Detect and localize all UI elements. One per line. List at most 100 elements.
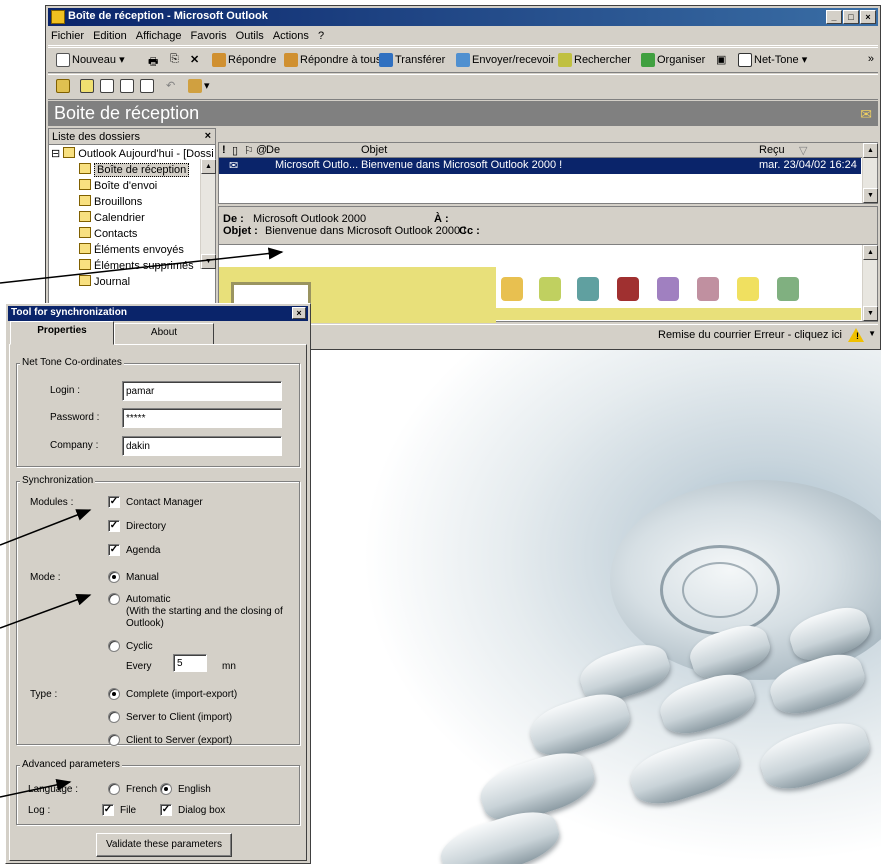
agenda-checkbox[interactable]: ✓ xyxy=(108,544,120,556)
organize-button[interactable]: Organiser xyxy=(641,53,705,67)
advanced-group-label: Advanced parameters xyxy=(20,759,122,770)
folder-outbox[interactable]: Boîte d'envoi xyxy=(79,179,157,192)
language-english-radio[interactable] xyxy=(160,783,172,795)
mode-manual-radio[interactable] xyxy=(108,571,120,583)
preview-pane: De : Microsoft Outlook 2000 À : Objet : … xyxy=(218,206,878,332)
contact-manager-checkbox[interactable]: ✓ xyxy=(108,496,120,508)
warning-mark: ! xyxy=(856,331,859,341)
folder-journal[interactable]: Journal xyxy=(79,275,130,288)
deleted-items-icon[interactable] xyxy=(777,277,799,301)
scroll-up-button[interactable]: ▲ xyxy=(201,159,216,174)
scroll-down-button[interactable]: ▼ xyxy=(201,254,216,269)
status-dropdown-icon[interactable]: ▼ xyxy=(868,329,876,338)
move-icon[interactable]: ⎘ xyxy=(170,53,179,66)
toolbar-overflow-icon[interactable]: » xyxy=(868,53,874,65)
company-input[interactable] xyxy=(122,436,282,456)
tasks-icon[interactable] xyxy=(657,277,679,301)
menu-help[interactable]: ? xyxy=(315,27,327,42)
preview-pane-icon[interactable] xyxy=(120,79,136,93)
folder-list-scrollbar[interactable]: ▲ ▼ xyxy=(200,159,216,269)
outlook-titlebar: Boîte de réception - Microsoft Outlook _… xyxy=(48,8,878,26)
folder-inbox[interactable]: Boîte de réception xyxy=(79,163,190,177)
outlook-today-icon[interactable] xyxy=(56,79,72,93)
menu-favoris[interactable]: Favoris xyxy=(188,27,230,42)
reply-all-button[interactable]: Répondre à tous xyxy=(284,53,381,67)
preview-subject-value: Bienvenue dans Microsoft Outlook 2000 ! xyxy=(265,225,467,237)
sent-icon xyxy=(79,243,91,254)
nettone-button[interactable]: Net-Tone ▾ xyxy=(738,53,807,68)
close-button[interactable]: × xyxy=(860,10,876,24)
message-row[interactable]: ✉ Microsoft Outlo... Bienvenue dans Micr… xyxy=(219,158,861,174)
menu-actions[interactable]: Actions xyxy=(270,27,312,42)
rules-icon[interactable]: ▾ xyxy=(188,79,210,94)
folder-contacts[interactable]: Contacts xyxy=(79,227,137,240)
folder-deleted[interactable]: Éléments supprimés xyxy=(79,259,194,272)
flag-column-icon[interactable]: ⚐ xyxy=(244,144,254,157)
every-input[interactable] xyxy=(173,654,207,672)
sync-dialog-close-button[interactable]: × xyxy=(292,307,306,319)
language-french-radio[interactable] xyxy=(108,783,120,795)
notes-icon[interactable] xyxy=(737,277,759,301)
log-dialog-checkbox[interactable]: ✓ xyxy=(160,804,172,816)
folder-sent[interactable]: Éléments envoyés xyxy=(79,243,184,256)
folder-calendar[interactable]: Calendrier xyxy=(79,211,145,224)
reply-button[interactable]: Répondre xyxy=(212,53,276,67)
calendar-icon[interactable] xyxy=(577,277,599,301)
inbox-icon xyxy=(79,163,91,174)
send-receive-button[interactable]: Envoyer/recevoir xyxy=(456,53,555,67)
scroll-down-button[interactable]: ▼ xyxy=(863,188,878,203)
scroll-up-button[interactable]: ▲ xyxy=(863,245,878,260)
menu-outils[interactable]: Outils xyxy=(233,27,267,42)
importance-column-icon[interactable]: ! xyxy=(222,144,226,156)
outlook-today-icon[interactable] xyxy=(501,277,523,301)
type-column-icon[interactable]: ▯ xyxy=(232,144,238,157)
new-button[interactable]: Nouveau ▾ xyxy=(56,53,125,68)
calendar-icon xyxy=(79,211,91,222)
outlook-title: Boîte de réception - Microsoft Outlook xyxy=(68,10,268,22)
print-icon[interactable]: 🖶 xyxy=(148,53,158,72)
delete-icon[interactable]: ✕ xyxy=(190,53,199,66)
folder-list-close-button[interactable]: × xyxy=(205,130,211,142)
type-export-radio[interactable] xyxy=(108,734,120,746)
journal-icon[interactable] xyxy=(697,277,719,301)
scroll-up-button[interactable]: ▲ xyxy=(863,143,878,158)
up-folder-icon[interactable] xyxy=(80,79,96,93)
journal-icon xyxy=(79,275,91,286)
password-input[interactable] xyxy=(122,408,282,428)
minimize-button[interactable]: _ xyxy=(826,10,842,24)
folder-root[interactable]: ⊟ Outlook Aujourd'hui - [Dossi xyxy=(51,147,214,160)
tab-properties[interactable]: Properties xyxy=(10,321,114,345)
column-received[interactable]: Reçu xyxy=(759,144,785,156)
login-input[interactable] xyxy=(122,381,282,401)
message-list: ! ▯ ⚐ @ De Objet Reçu ▽ ✉ Microsoft Outl… xyxy=(218,142,878,204)
folder-list-icon[interactable] xyxy=(100,79,116,93)
directory-checkbox[interactable]: ✓ xyxy=(108,520,120,532)
scroll-down-button[interactable]: ▼ xyxy=(863,306,878,321)
forward-button[interactable]: Transférer xyxy=(379,53,445,67)
maximize-button[interactable]: □ xyxy=(843,10,859,24)
mode-automatic-radio[interactable] xyxy=(108,593,120,605)
inbox-icon[interactable] xyxy=(539,277,561,301)
address-book-icon[interactable]: ▣ xyxy=(716,53,726,66)
contacts-icon[interactable] xyxy=(617,277,639,301)
print-preview-icon[interactable] xyxy=(140,79,156,93)
menu-affichage[interactable]: Affichage xyxy=(133,27,185,42)
type-complete-label: Complete (import-export) xyxy=(126,689,238,700)
undo-icon[interactable]: ↶ xyxy=(166,79,175,92)
type-complete-radio[interactable] xyxy=(108,688,120,700)
menu-fichier[interactable]: Fichier xyxy=(48,27,87,42)
column-from[interactable]: De xyxy=(266,144,280,156)
message-list-scrollbar[interactable]: ▲ ▼ xyxy=(862,143,878,203)
validate-button[interactable]: Validate these parameters xyxy=(96,833,232,857)
folder-drafts[interactable]: Brouillons xyxy=(79,195,142,208)
preview-scrollbar[interactable]: ▲ ▼ xyxy=(862,245,878,321)
mode-cyclic-radio[interactable] xyxy=(108,640,120,652)
tab-about[interactable]: About xyxy=(114,323,214,345)
log-file-checkbox[interactable]: ✓ xyxy=(102,804,114,816)
menu-edition[interactable]: Edition xyxy=(90,27,130,42)
find-button[interactable]: Rechercher xyxy=(558,53,631,67)
type-import-radio[interactable] xyxy=(108,711,120,723)
log-file-label: File xyxy=(120,805,137,816)
status-text[interactable]: Remise du courrier Erreur - cliquez ici xyxy=(658,329,842,341)
column-subject[interactable]: Objet xyxy=(361,144,387,156)
